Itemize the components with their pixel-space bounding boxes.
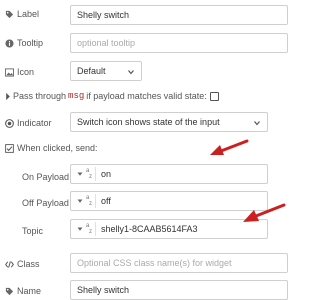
passthrough-row: Pass through msg if payload matches vali… [5,91,219,101]
on-payload-input[interactable]: az on [70,164,268,184]
on-payload-type-select[interactable]: az [75,167,96,181]
tooltip-row-label: Tooltip [5,38,43,48]
indicator-row-label: Indicator [5,118,52,128]
chevron-down-icon [128,70,134,75]
string-type-icon: az [86,195,92,207]
caret-down-icon [77,172,83,176]
tooltip-field-label: Tooltip [17,38,44,48]
indicator-select-value: Switch icon shows state of the input [77,117,220,127]
label-input-value: Shelly switch [77,10,130,20]
passthrough-text-before: Pass through [13,91,67,101]
off-payload-value: off [101,196,111,206]
class-field-label: Class [17,259,40,269]
when-clicked-label: When clicked, send: [17,143,98,153]
topic-type-select[interactable]: az [75,222,96,236]
on-payload-value: on [101,169,112,179]
topic-label: Topic [22,226,44,236]
icon-select-value: Default [77,66,106,76]
tooltip-input[interactable]: optional tooltip [70,33,288,53]
tooltip-placeholder: optional tooltip [77,38,136,48]
picture-icon [5,67,14,77]
tag-icon [5,287,14,295]
caret-down-icon [77,199,83,203]
off-payload-type-select[interactable]: az [75,194,96,208]
string-type-icon: az [86,168,92,180]
on-payload-row-label: On Payload [22,172,69,182]
passthrough-text-after: if payload matches valid state: [86,91,207,101]
label-input[interactable]: Shelly switch [70,5,288,25]
checkbox-icon [5,143,14,153]
chevron-down-icon [254,121,260,126]
passthrough-code: msg [68,91,85,101]
caret-right-icon [6,92,10,100]
off-payload-label: Off Payload [22,198,69,208]
when-clicked-row: When clicked, send: [5,143,98,153]
label-field-label: Label [17,9,40,19]
icon-field-label: Icon [17,67,35,77]
class-placeholder: Optional CSS class name(s) for widget [77,258,232,268]
class-input[interactable]: Optional CSS class name(s) for widget [70,253,288,273]
icon-select[interactable]: Default [70,61,142,81]
caret-down-icon [77,227,83,231]
name-input[interactable]: Shelly switch [70,280,288,300]
name-input-value: Shelly switch [77,285,130,295]
class-row-label: Class [5,259,40,269]
passthrough-checkbox[interactable] [209,91,219,101]
topic-row-label: Topic [22,226,43,236]
code-icon [5,260,14,268]
tag-icon [5,10,14,18]
off-payload-row-label: Off Payload [22,198,69,208]
info-circle-icon [5,38,14,48]
name-row-label: Name [5,286,41,296]
annotation-arrow-icon [210,139,249,155]
label-row-label: Label [5,9,39,19]
topic-value: shelly1-8CAAB5614FA3 [101,224,198,234]
indicator-select[interactable]: Switch icon shows state of the input [70,112,268,132]
icon-row-label: Icon [5,67,34,77]
toggle-icon [5,118,14,128]
on-payload-label: On Payload [22,172,70,182]
string-type-icon: az [86,223,92,235]
name-field-label: Name [17,286,42,296]
indicator-field-label: Indicator [17,118,52,128]
annotation-arrow-icon [243,203,286,222]
